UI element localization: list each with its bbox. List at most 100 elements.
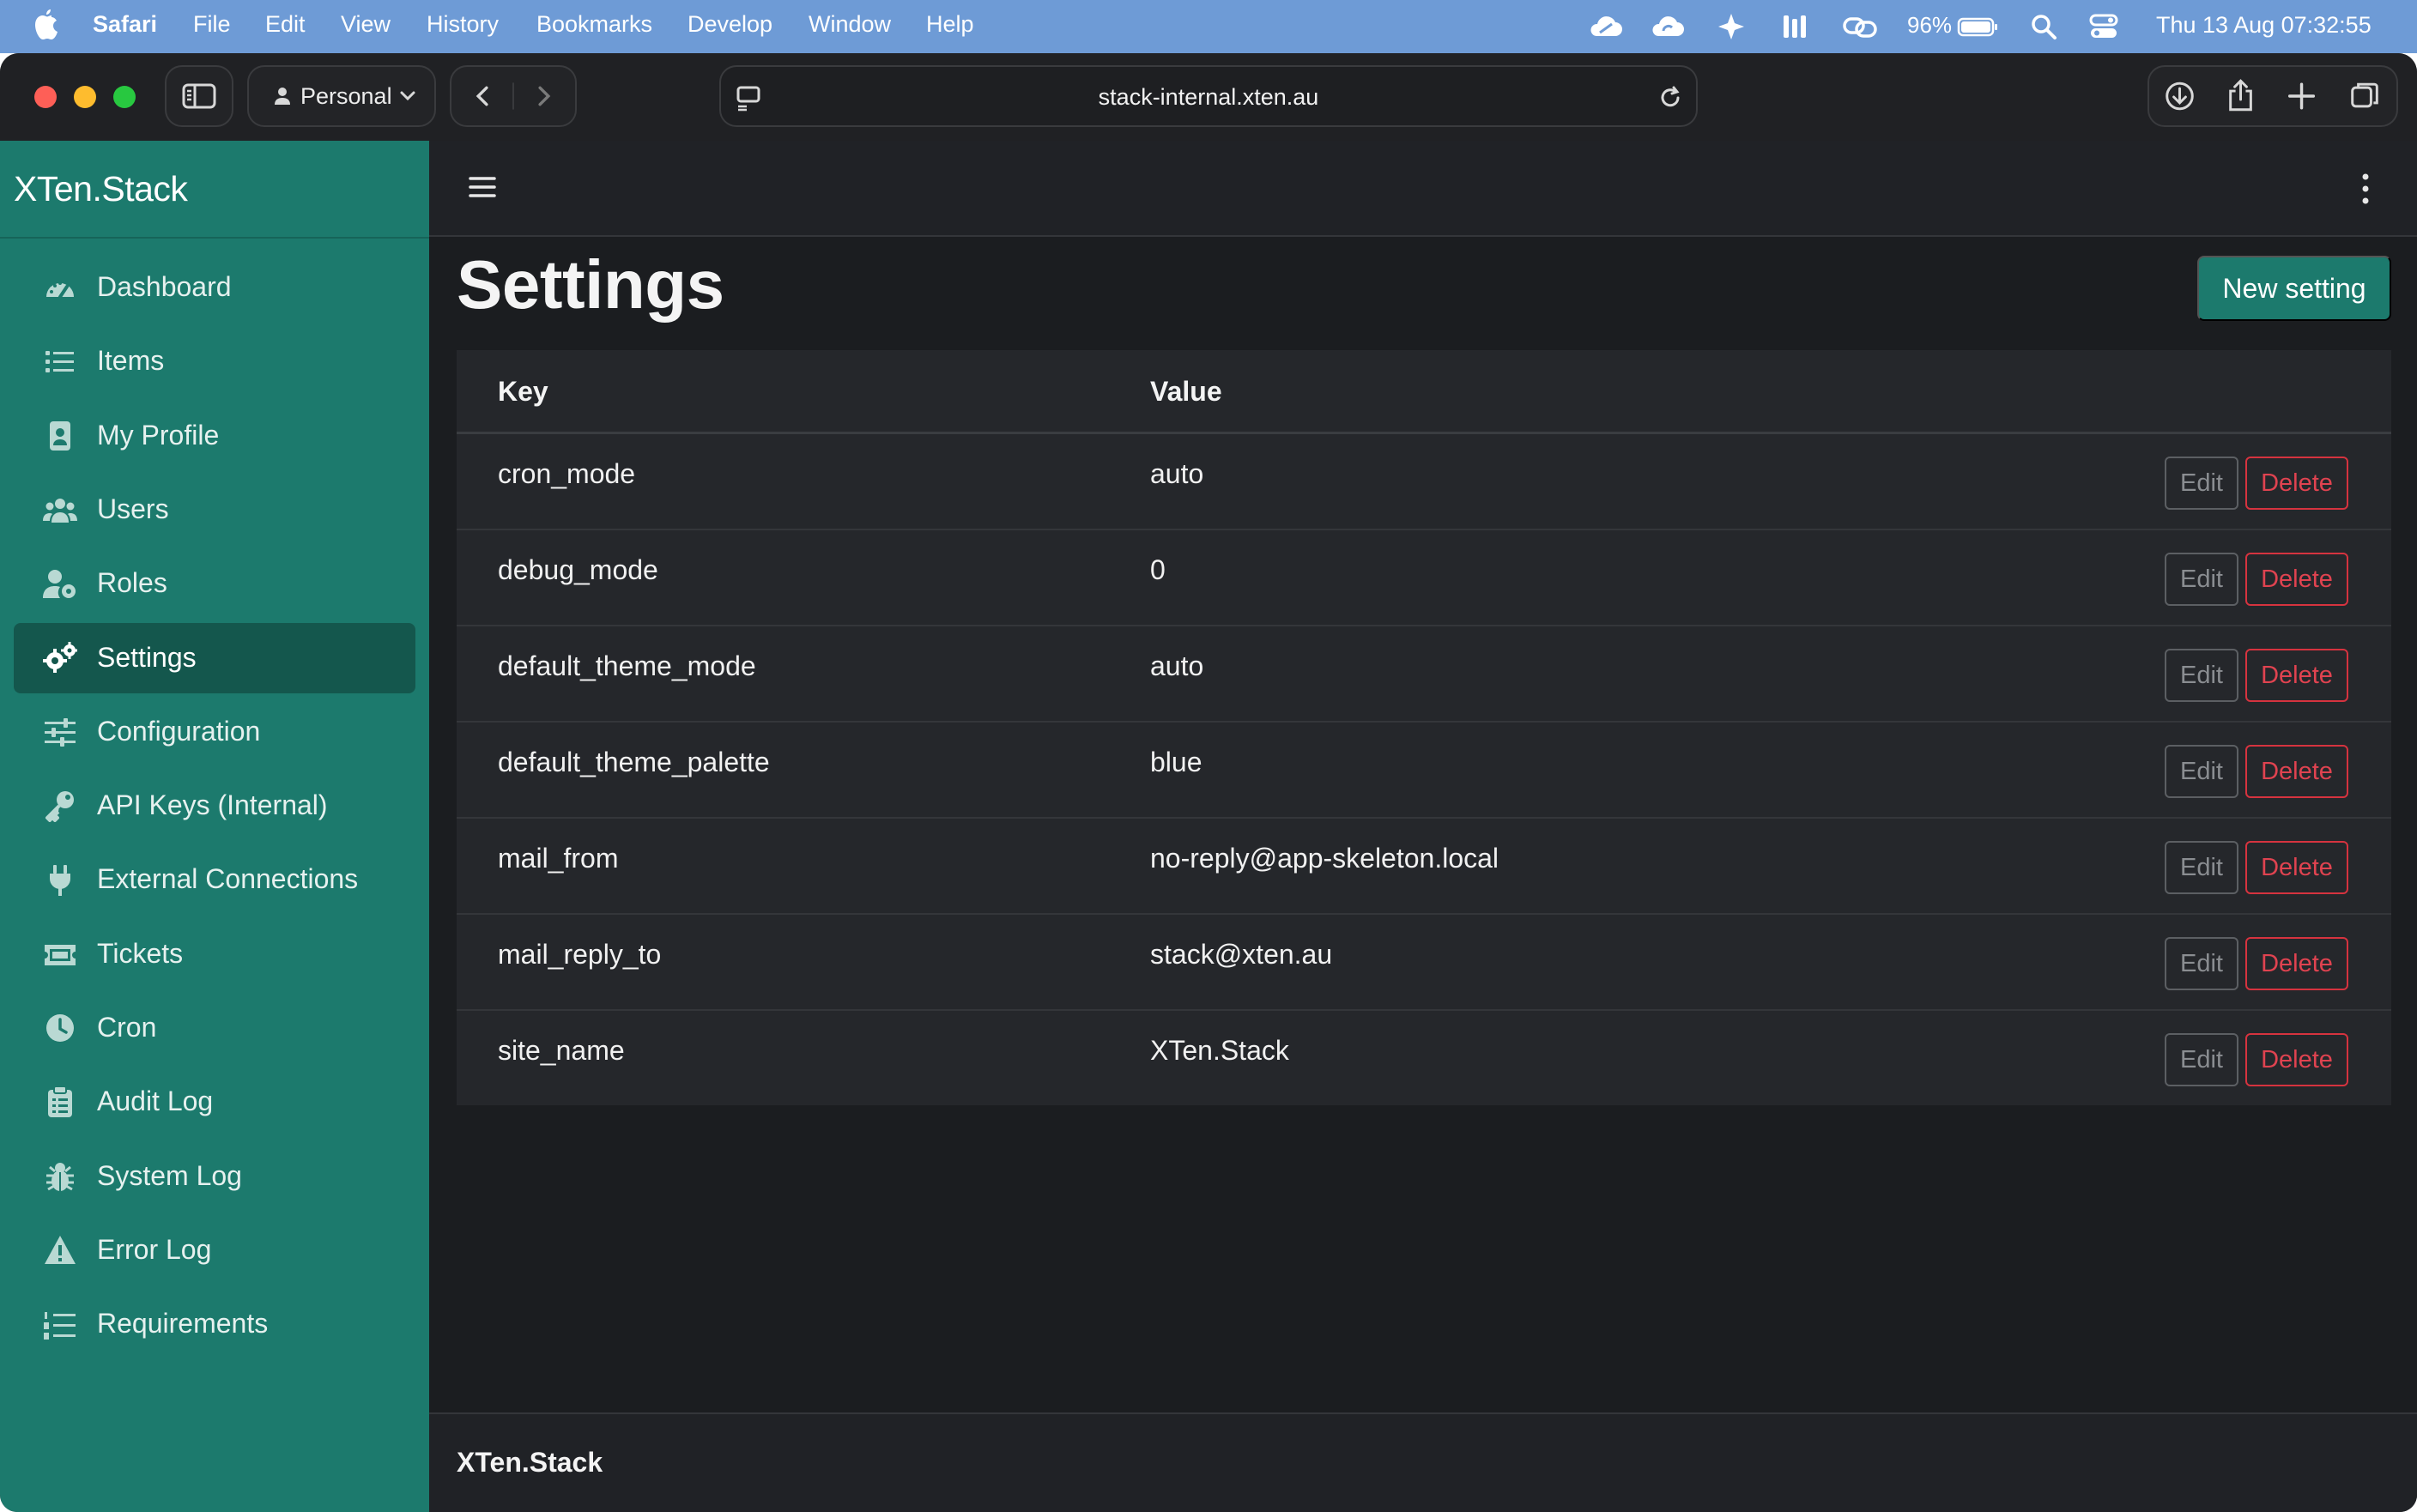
sidebar-item-dashboard[interactable]: Dashboard bbox=[14, 252, 415, 323]
kebab-menu-icon[interactable] bbox=[2360, 172, 2371, 206]
sidebar-item-my-profile[interactable]: My Profile bbox=[14, 401, 415, 471]
delete-button[interactable]: Delete bbox=[2245, 457, 2348, 510]
sidebar-item-items[interactable]: Items bbox=[14, 326, 415, 396]
wifi-bars-icon[interactable] bbox=[1778, 12, 1814, 41]
column-header-key: Key bbox=[498, 376, 548, 407]
share-icon[interactable] bbox=[2229, 79, 2252, 112]
setting-value: no-reply@app-skeleton.local bbox=[1150, 843, 1499, 874]
setting-key: mail_from bbox=[498, 843, 619, 874]
sidebar-item-system-log[interactable]: System Log bbox=[14, 1141, 415, 1212]
list-icon bbox=[45, 351, 74, 373]
setting-key: cron_mode bbox=[498, 458, 636, 489]
setting-key: default_theme_mode bbox=[498, 650, 756, 681]
control-center-icon[interactable] bbox=[2089, 12, 2120, 41]
setting-key: mail_reply_to bbox=[498, 939, 662, 970]
sidebar-item-requirements[interactable]: Requirements bbox=[14, 1289, 415, 1359]
sidebar-item-users[interactable]: Users bbox=[14, 475, 415, 545]
forward-icon[interactable] bbox=[538, 86, 551, 106]
sidebar-item-roles[interactable]: Roles bbox=[14, 548, 415, 619]
person-icon bbox=[275, 88, 290, 105]
table-row: cron_mode auto Edit Delete bbox=[457, 434, 2391, 530]
sidebar-item-label: External Connections bbox=[97, 863, 359, 895]
edit-button[interactable]: Edit bbox=[2165, 553, 2238, 606]
sidebar-item-api-keys-internal[interactable]: API Keys (Internal) bbox=[14, 771, 415, 841]
profile-button[interactable]: Personal bbox=[247, 65, 436, 127]
link-icon[interactable] bbox=[1842, 12, 1878, 41]
ticket-icon bbox=[45, 944, 76, 965]
apple-menu-icon[interactable] bbox=[33, 9, 60, 43]
footer-brand: XTen.Stack bbox=[457, 1447, 603, 1478]
sidebar-item-label: Roles bbox=[97, 567, 167, 599]
sidebar-item-configuration[interactable]: Configuration bbox=[14, 697, 415, 767]
menu-bookmarks[interactable]: Bookmarks bbox=[536, 11, 652, 38]
sidebar-item-label: Configuration bbox=[97, 715, 261, 747]
sidebar-item-label: My Profile bbox=[97, 419, 220, 451]
menu-history[interactable]: History bbox=[427, 11, 499, 38]
sidebar-item-label: Dashboard bbox=[97, 271, 232, 302]
new-tab-icon[interactable] bbox=[2288, 82, 2316, 110]
table-header: Key Value bbox=[457, 350, 2391, 434]
new-setting-button[interactable]: New setting bbox=[2197, 256, 2391, 321]
table-row: mail_reply_to stack@xten.au Edit Delete bbox=[457, 915, 2391, 1011]
sparkle-icon[interactable] bbox=[1717, 12, 1746, 41]
edit-button[interactable]: Edit bbox=[2165, 457, 2238, 510]
macos-menu-bar: Safari File Edit View History Bookmarks … bbox=[0, 0, 2417, 53]
sidebar: XTen.Stack Dashboard Items My Profile Users… bbox=[0, 141, 429, 1512]
back-icon[interactable] bbox=[476, 86, 488, 106]
column-header-value: Value bbox=[1150, 376, 1222, 407]
delete-button[interactable]: Delete bbox=[2245, 937, 2348, 990]
edit-button[interactable]: Edit bbox=[2165, 937, 2238, 990]
setting-value: blue bbox=[1150, 747, 1202, 777]
battery-icon[interactable] bbox=[1957, 12, 1998, 41]
edit-button[interactable]: Edit bbox=[2165, 1033, 2238, 1086]
sidebar-item-tickets[interactable]: Tickets bbox=[14, 919, 415, 989]
key-icon bbox=[45, 791, 74, 823]
delete-button[interactable]: Delete bbox=[2245, 649, 2348, 702]
delete-button[interactable]: Delete bbox=[2245, 553, 2348, 606]
setting-key: debug_mode bbox=[498, 554, 658, 585]
address-bar[interactable]: stack-internal.xten.au bbox=[719, 65, 1698, 127]
reload-icon[interactable] bbox=[1657, 84, 1684, 112]
sidebar-brand[interactable]: XTen.Stack bbox=[14, 141, 188, 237]
edit-button[interactable]: Edit bbox=[2165, 841, 2238, 894]
edit-button[interactable]: Edit bbox=[2165, 649, 2238, 702]
sidebar-item-label: Items bbox=[97, 345, 165, 377]
cloud-sync-icon[interactable] bbox=[1588, 12, 1624, 41]
cloud-icon[interactable] bbox=[1650, 12, 1686, 41]
sidebar-item-label: Cron bbox=[97, 1012, 157, 1043]
table-row: default_theme_palette blue Edit Delete bbox=[457, 723, 2391, 819]
sidebar-item-settings[interactable]: Settings bbox=[14, 622, 415, 693]
menu-develop[interactable]: Develop bbox=[688, 11, 772, 38]
menu-edit[interactable]: Edit bbox=[265, 11, 306, 38]
sidebar-item-error-log[interactable]: Error Log bbox=[14, 1215, 415, 1285]
search-icon[interactable] bbox=[2029, 12, 2058, 41]
sidebar-item-cron[interactable]: Cron bbox=[14, 993, 415, 1063]
minimize-window-button[interactable] bbox=[74, 86, 96, 108]
plug-icon bbox=[50, 865, 70, 897]
close-window-button[interactable] bbox=[34, 86, 57, 108]
menu-window[interactable]: Window bbox=[809, 11, 891, 38]
sidebar-item-external-connections[interactable]: External Connections bbox=[14, 844, 415, 915]
page-title: Settings bbox=[457, 246, 724, 323]
menu-view[interactable]: View bbox=[341, 11, 391, 38]
delete-button[interactable]: Delete bbox=[2245, 1033, 2348, 1086]
menu-app-name[interactable]: Safari bbox=[93, 11, 157, 38]
menu-file[interactable]: File bbox=[193, 11, 231, 38]
setting-key: default_theme_palette bbox=[498, 747, 770, 777]
sidebar-item-audit-log[interactable]: Audit Log bbox=[14, 1067, 415, 1137]
downloads-icon[interactable] bbox=[2166, 82, 2194, 111]
profile-label: Personal bbox=[300, 82, 392, 109]
list-ol-icon bbox=[44, 1312, 76, 1340]
sidebar-toggle-button[interactable] bbox=[165, 65, 233, 127]
url-text[interactable]: stack-internal.xten.au bbox=[721, 84, 1696, 111]
main-content: Settings New setting Key Value cron_mode… bbox=[429, 141, 2417, 1512]
warning-icon bbox=[45, 1235, 76, 1264]
menubar-clock[interactable]: Thu 13 Aug 07:32:55 bbox=[2156, 12, 2372, 39]
edit-button[interactable]: Edit bbox=[2165, 745, 2238, 798]
delete-button[interactable]: Delete bbox=[2245, 745, 2348, 798]
hamburger-menu-icon[interactable] bbox=[469, 175, 496, 199]
menu-help[interactable]: Help bbox=[926, 11, 974, 38]
zoom-window-button[interactable] bbox=[113, 86, 136, 108]
tab-overview-icon[interactable] bbox=[2351, 82, 2378, 108]
delete-button[interactable]: Delete bbox=[2245, 841, 2348, 894]
